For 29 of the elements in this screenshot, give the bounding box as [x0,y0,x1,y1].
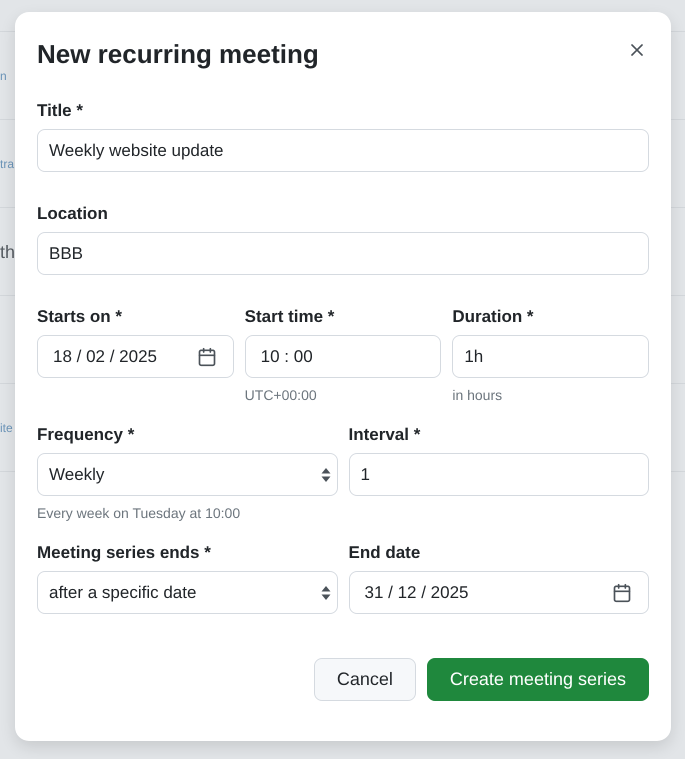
field-hint: in hours [452,386,502,404]
select-arrows-icon [320,466,330,482]
date-field[interactable]: 18 / 02 / 2025 [37,335,234,378]
field-label: Duration * [452,306,534,328]
text-field[interactable]: 1 [348,453,649,496]
text-field[interactable]: 1h [452,335,649,378]
text-field[interactable]: BBB [37,232,649,275]
text-field[interactable]: Weekly website update [37,129,649,172]
field-label: Location [37,203,108,225]
calendar-icon [612,582,632,602]
time-field[interactable]: 10 : 00 [244,335,442,378]
create-button[interactable]: Create meeting series [426,658,649,701]
field-label: Meeting series ends * [37,542,211,564]
background-heading: th [0,242,16,260]
field-label: Start time * [244,306,334,328]
field-label: Title * [37,100,83,122]
select-field[interactable]: after a specific date [37,571,338,614]
field-hint: Every week on Tuesday at 10:00 [37,504,240,522]
select-field[interactable]: Weekly [37,453,338,496]
field-label: Frequency * [37,424,134,446]
dialog-title: New recurring meeting [37,38,319,70]
cancel-button[interactable]: Cancel [314,658,416,701]
select-arrows-icon [320,584,330,600]
field-hint: UTC+00:00 [244,386,317,404]
field-label: End date [348,542,420,564]
date-field[interactable]: 31 / 12 / 2025 [348,571,649,614]
field-label: Interval * [348,424,420,446]
calendar-icon [196,346,217,366]
field-label: Starts on * [37,306,122,328]
